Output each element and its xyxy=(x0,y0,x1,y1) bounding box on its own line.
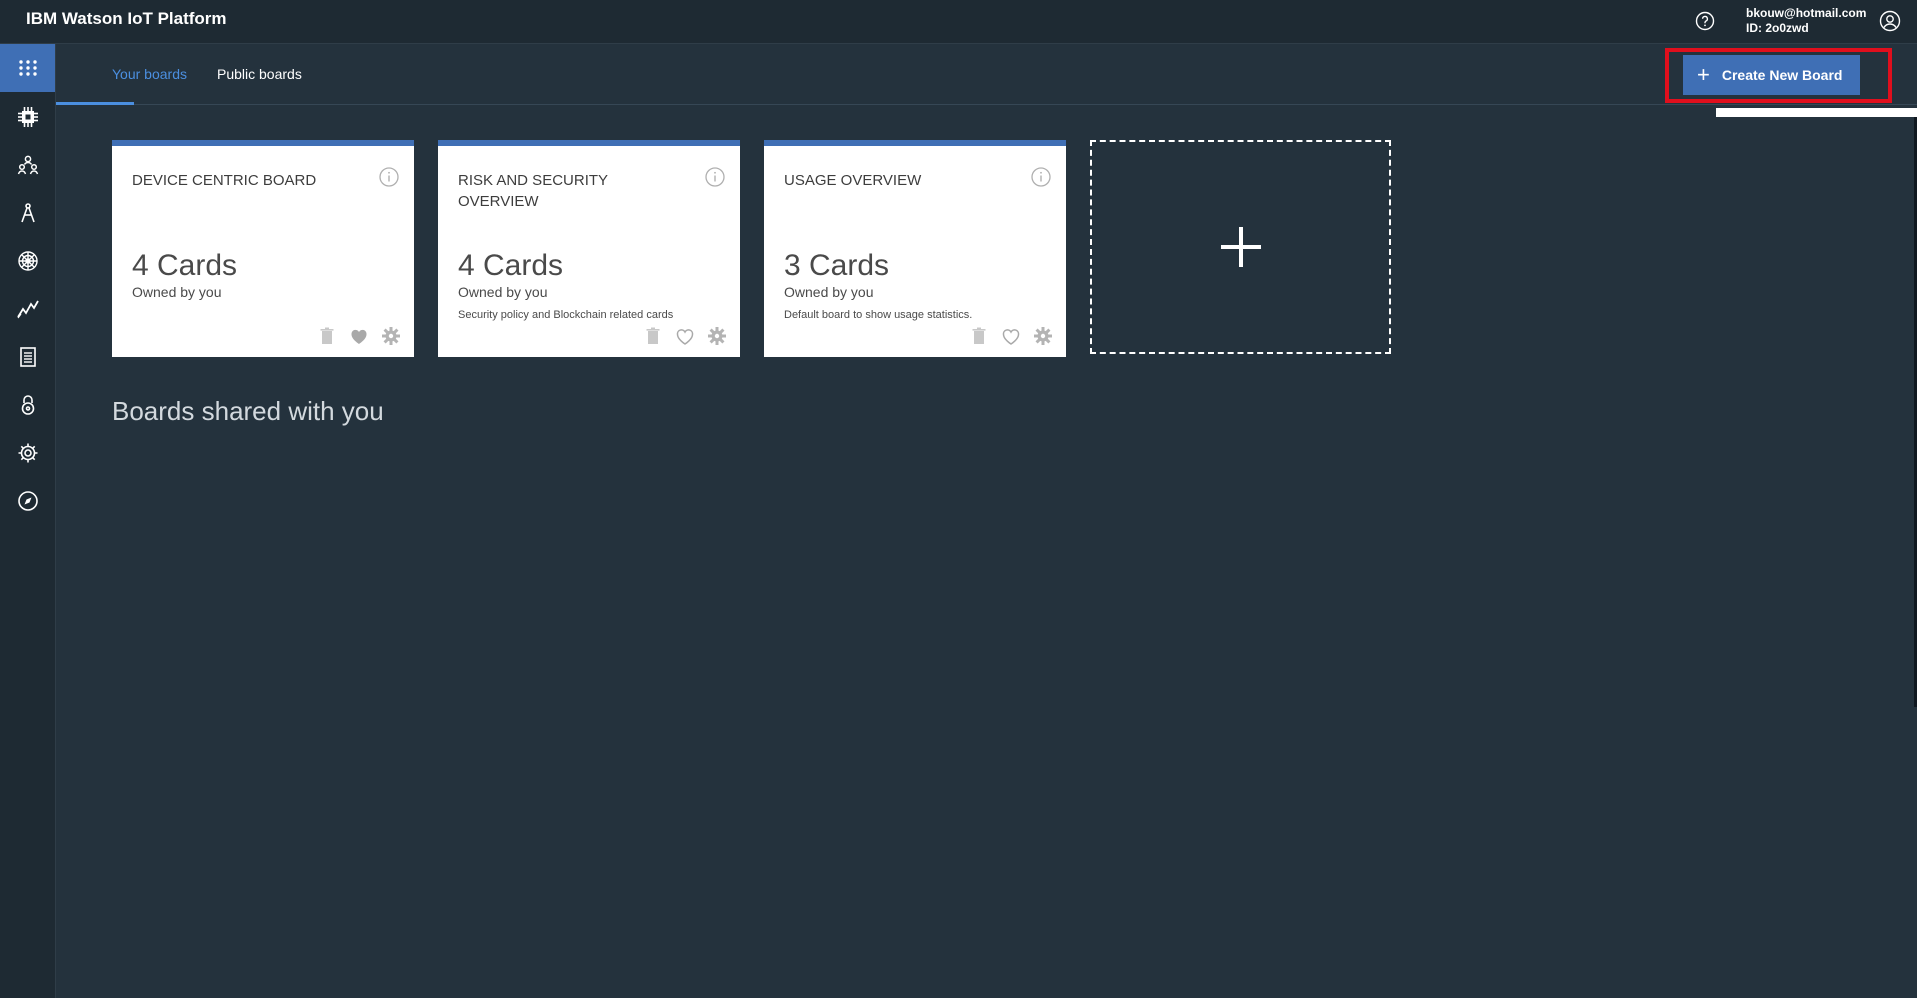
board-tabs: Your boards Public boards xyxy=(56,44,1917,105)
board-title: RISK AND SECURITY OVERVIEW xyxy=(458,172,608,210)
overlay-strip xyxy=(1716,108,1917,117)
board-card-count: 3 Cards xyxy=(784,249,890,282)
create-new-board-button[interactable]: + Create New Board xyxy=(1683,55,1860,95)
logs-icon xyxy=(19,347,36,367)
explore-compass-icon xyxy=(17,491,38,511)
plus-icon: + xyxy=(1697,62,1710,87)
board-settings-gear-icon[interactable] xyxy=(1032,325,1054,347)
board-card-risk-security[interactable]: RISK AND SECURITY OVERVIEW 4 Cards Owned… xyxy=(438,140,740,357)
sidebar-item-security[interactable] xyxy=(0,381,55,429)
sidebar-item-analytics[interactable] xyxy=(0,285,55,333)
delete-trash-icon[interactable] xyxy=(968,325,990,347)
sidebar-item-settings[interactable] xyxy=(0,429,55,477)
board-card-count: 4 Cards xyxy=(458,249,564,282)
sidebar-item-extensions[interactable] xyxy=(0,237,55,285)
delete-trash-icon[interactable] xyxy=(316,325,338,347)
boards-grid-icon xyxy=(18,60,37,76)
sidebar xyxy=(0,44,56,998)
sidebar-item-boards[interactable] xyxy=(0,44,55,92)
favorite-heart-icon[interactable] xyxy=(674,325,696,347)
board-actions xyxy=(968,325,1054,347)
favorite-heart-icon[interactable] xyxy=(1000,325,1022,347)
board-description: Default board to show usage statistics. xyxy=(784,309,973,321)
user-id: ID: 2o0zwd xyxy=(1746,21,1809,35)
extensions-icon xyxy=(17,251,38,271)
board-card-device-centric[interactable]: DEVICE CENTRIC BOARD 4 Cards Owned by yo… xyxy=(112,140,414,357)
apps-compass-icon xyxy=(20,203,35,223)
add-board-tile[interactable] xyxy=(1090,140,1391,354)
user-email: bkouw@hotmail.com xyxy=(1746,6,1867,20)
settings-gear-icon xyxy=(18,443,37,463)
active-tab-indicator xyxy=(56,102,134,105)
board-actions xyxy=(316,325,402,347)
shared-boards-heading: Boards shared with you xyxy=(112,396,384,426)
favorite-heart-icon[interactable] xyxy=(348,325,370,347)
create-new-board-label: Create New Board xyxy=(1721,67,1843,83)
top-bar: IBM Watson IoT Platform bkouw@hotmail.co… xyxy=(0,0,1917,44)
info-icon[interactable] xyxy=(1030,166,1052,188)
board-card-usage-overview[interactable]: USAGE OVERVIEW 3 Cards Owned by you Defa… xyxy=(764,140,1066,357)
devices-chip-icon xyxy=(17,107,38,127)
app-title[interactable]: IBM Watson IoT Platform xyxy=(26,9,227,29)
info-icon[interactable] xyxy=(704,166,726,188)
sidebar-item-members[interactable] xyxy=(0,141,55,189)
board-owner: Owned by you xyxy=(132,284,222,300)
security-lock-icon xyxy=(21,395,34,415)
board-owner: Owned by you xyxy=(784,284,874,300)
board-actions xyxy=(642,325,728,347)
members-icon xyxy=(17,155,38,175)
user-avatar-icon[interactable] xyxy=(1878,9,1902,33)
board-settings-gear-icon[interactable] xyxy=(706,325,728,347)
plus-icon xyxy=(1220,227,1261,267)
tab-public-boards[interactable]: Public boards xyxy=(217,66,302,82)
board-title: DEVICE CENTRIC BOARD xyxy=(132,172,317,189)
board-owner: Owned by you xyxy=(458,284,548,300)
analytics-icon xyxy=(16,300,39,319)
sidebar-item-devices[interactable] xyxy=(0,93,55,141)
delete-trash-icon[interactable] xyxy=(642,325,664,347)
info-icon[interactable] xyxy=(378,166,400,188)
board-description: Security policy and Blockchain related c… xyxy=(458,309,674,321)
board-settings-gear-icon[interactable] xyxy=(380,325,402,347)
tab-your-boards[interactable]: Your boards xyxy=(112,66,187,82)
sidebar-item-logs[interactable] xyxy=(0,333,55,381)
help-icon[interactable] xyxy=(1694,10,1716,32)
board-title: USAGE OVERVIEW xyxy=(784,172,922,189)
sidebar-item-apps[interactable] xyxy=(0,189,55,237)
board-card-count: 4 Cards xyxy=(132,249,238,282)
sidebar-item-explore[interactable] xyxy=(0,477,55,525)
